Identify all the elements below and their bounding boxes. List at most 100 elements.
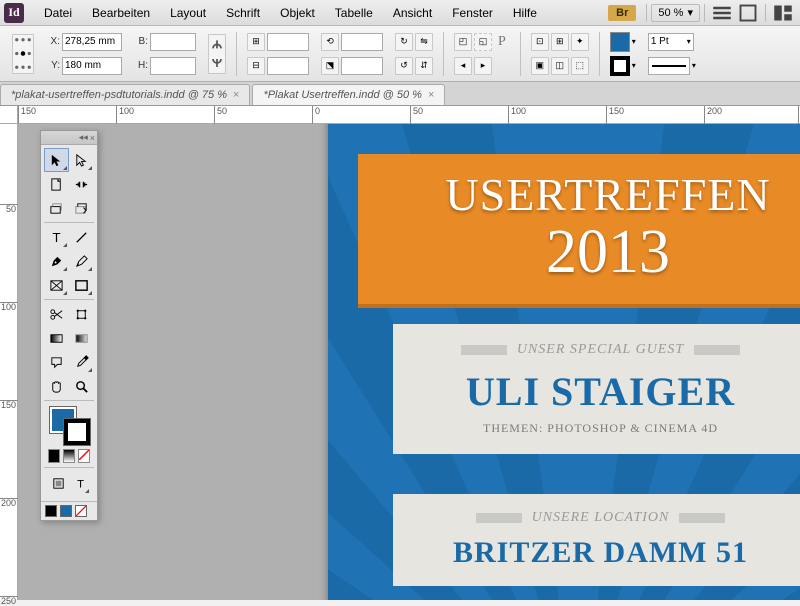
chevron-down-icon[interactable]: ▾ <box>632 37 636 46</box>
normal-view-mode[interactable] <box>47 471 69 495</box>
rectangle-frame-tool[interactable] <box>44 273 69 297</box>
screen-mode-icon[interactable] <box>737 3 759 23</box>
vertical-ruler[interactable]: 50 100 150 200 250 <box>0 124 18 600</box>
menu-file[interactable]: Datei <box>34 2 82 24</box>
stroke-swatch[interactable] <box>610 56 630 76</box>
scale-x-field[interactable] <box>267 33 309 51</box>
fit-proportional-icon[interactable]: ◫ <box>551 57 569 75</box>
zoom-tool[interactable] <box>69 374 94 398</box>
select-next-icon[interactable]: ▸ <box>474 57 492 75</box>
content-collector-tool[interactable] <box>44 196 69 220</box>
type-tool[interactable]: T <box>44 225 69 249</box>
apply-none-icon[interactable] <box>78 449 90 463</box>
scissors-tool[interactable] <box>44 302 69 326</box>
rotate-90-ccw-icon[interactable]: ↺ <box>395 57 413 75</box>
scale-y-icon[interactable]: ⊟ <box>247 57 265 75</box>
svg-text:T: T <box>77 478 84 490</box>
free-transform-tool[interactable] <box>69 302 94 326</box>
chevron-down-icon[interactable]: ▾ <box>632 61 636 70</box>
collapse-icon[interactable]: ◂◂ <box>79 132 88 143</box>
swatch-black[interactable] <box>45 505 57 517</box>
select-prev-icon[interactable]: ◂ <box>454 57 472 75</box>
apply-color-icon[interactable] <box>48 449 60 463</box>
paragraph-icon[interactable]: P <box>498 34 506 50</box>
flip-vertical-icon[interactable]: ⇵ <box>415 57 433 75</box>
auto-fit-icon[interactable]: ⬚ <box>571 57 589 75</box>
menu-layout[interactable]: Layout <box>160 2 216 24</box>
tab-document-2[interactable]: *Plakat Usertreffen.indd @ 50 %× <box>252 84 445 105</box>
gap-tool[interactable] <box>69 172 94 196</box>
rotate-field[interactable] <box>341 33 383 51</box>
scale-x-icon[interactable]: ⊞ <box>247 33 265 51</box>
menu-edit[interactable]: Bearbeiten <box>82 2 160 24</box>
poster-location-card[interactable]: UNSERE LOCATION BRITZER DAMM 51 <box>393 494 800 586</box>
rotate-icon[interactable]: ⟲ <box>321 33 339 51</box>
panel-header[interactable]: ◂◂× <box>41 131 97 145</box>
menu-type[interactable]: Schrift <box>216 2 270 24</box>
selection-tool[interactable] <box>44 148 69 172</box>
gradient-feather-tool[interactable] <box>69 326 94 350</box>
tools-panel: ◂◂× T <box>40 130 98 521</box>
width-field[interactable] <box>150 33 196 51</box>
stroke-color-proxy[interactable] <box>64 419 90 445</box>
stroke-style-dropdown[interactable] <box>648 57 690 75</box>
view-options-icon[interactable] <box>711 3 733 23</box>
stroke-weight-field[interactable]: 1 Pt▾ <box>648 33 694 51</box>
ruler-origin[interactable] <box>0 106 18 124</box>
chevron-down-icon[interactable]: ▾ <box>692 61 696 70</box>
fit-content-icon[interactable]: ⊡ <box>531 33 549 51</box>
poster-banner[interactable]: USERTREFFEN 2013 <box>358 154 800 304</box>
scale-y-field[interactable] <box>267 57 309 75</box>
menu-view[interactable]: Ansicht <box>383 2 442 24</box>
tab-document-1[interactable]: *plakat-usertreffen-psdtutorials.indd @ … <box>0 84 250 105</box>
menu-object[interactable]: Objekt <box>270 2 325 24</box>
shear-field[interactable] <box>341 57 383 75</box>
direct-selection-tool[interactable] <box>69 148 94 172</box>
line-tool[interactable] <box>69 225 94 249</box>
menu-table[interactable]: Tabelle <box>325 2 383 24</box>
preview-view-mode[interactable]: T <box>69 471 91 495</box>
y-field[interactable] <box>62 57 122 75</box>
constrain-proportions-icon[interactable] <box>208 34 226 74</box>
close-icon[interactable]: × <box>233 89 239 101</box>
select-container-icon[interactable]: ◰ <box>454 33 472 51</box>
rotate-90-cw-icon[interactable]: ↻ <box>395 33 413 51</box>
pencil-tool[interactable] <box>69 249 94 273</box>
zoom-level-dropdown[interactable]: 50 %▾ <box>651 4 700 22</box>
select-content-icon[interactable]: ◱ <box>474 33 492 51</box>
poster-guest-card[interactable]: UNSER SPECIAL GUEST ULI STAIGER THEMEN: … <box>393 324 800 454</box>
x-field[interactable] <box>62 33 122 51</box>
height-field[interactable] <box>150 57 196 75</box>
document-page[interactable]: USERTREFFEN 2013 UNSER SPECIAL GUEST ULI… <box>328 124 800 600</box>
color-mode-buttons <box>44 447 94 467</box>
arrange-documents-icon[interactable] <box>772 3 794 23</box>
hand-tool[interactable] <box>44 374 69 398</box>
pen-tool[interactable] <box>44 249 69 273</box>
menu-window[interactable]: Fenster <box>442 2 503 24</box>
swatch-none[interactable] <box>75 505 87 517</box>
menu-help[interactable]: Hilfe <box>503 2 547 24</box>
fill-frame-icon[interactable]: ▣ <box>531 57 549 75</box>
rectangle-tool[interactable] <box>69 273 94 297</box>
color-proxy[interactable] <box>44 403 94 447</box>
fit-frame-icon[interactable]: ⊞ <box>551 33 569 51</box>
eyedropper-tool[interactable] <box>69 350 94 374</box>
swatch-blue[interactable] <box>60 505 72 517</box>
fill-swatch[interactable] <box>610 32 630 52</box>
gradient-swatch-tool[interactable] <box>44 326 69 350</box>
center-content-icon[interactable]: ✦ <box>571 33 589 51</box>
bridge-button[interactable]: Br <box>608 5 636 21</box>
close-icon[interactable]: × <box>90 133 95 143</box>
horizontal-ruler[interactable]: 150 100 50 0 50 100 150 200 250 <box>18 106 800 124</box>
close-icon[interactable]: × <box>428 89 434 101</box>
flip-horizontal-icon[interactable]: ⇋ <box>415 33 433 51</box>
canvas[interactable]: USERTREFFEN 2013 UNSER SPECIAL GUEST ULI… <box>18 124 800 600</box>
apply-gradient-icon[interactable] <box>63 449 75 463</box>
note-tool[interactable] <box>44 350 69 374</box>
page-tool[interactable] <box>44 172 69 196</box>
content-placer-tool[interactable] <box>69 196 94 220</box>
reference-point-icon[interactable] <box>12 34 34 74</box>
separator <box>765 4 766 22</box>
shear-icon[interactable]: ⬔ <box>321 57 339 75</box>
guest-themes: THEMEN: PHOTOSHOP & CINEMA 4D <box>403 421 798 436</box>
